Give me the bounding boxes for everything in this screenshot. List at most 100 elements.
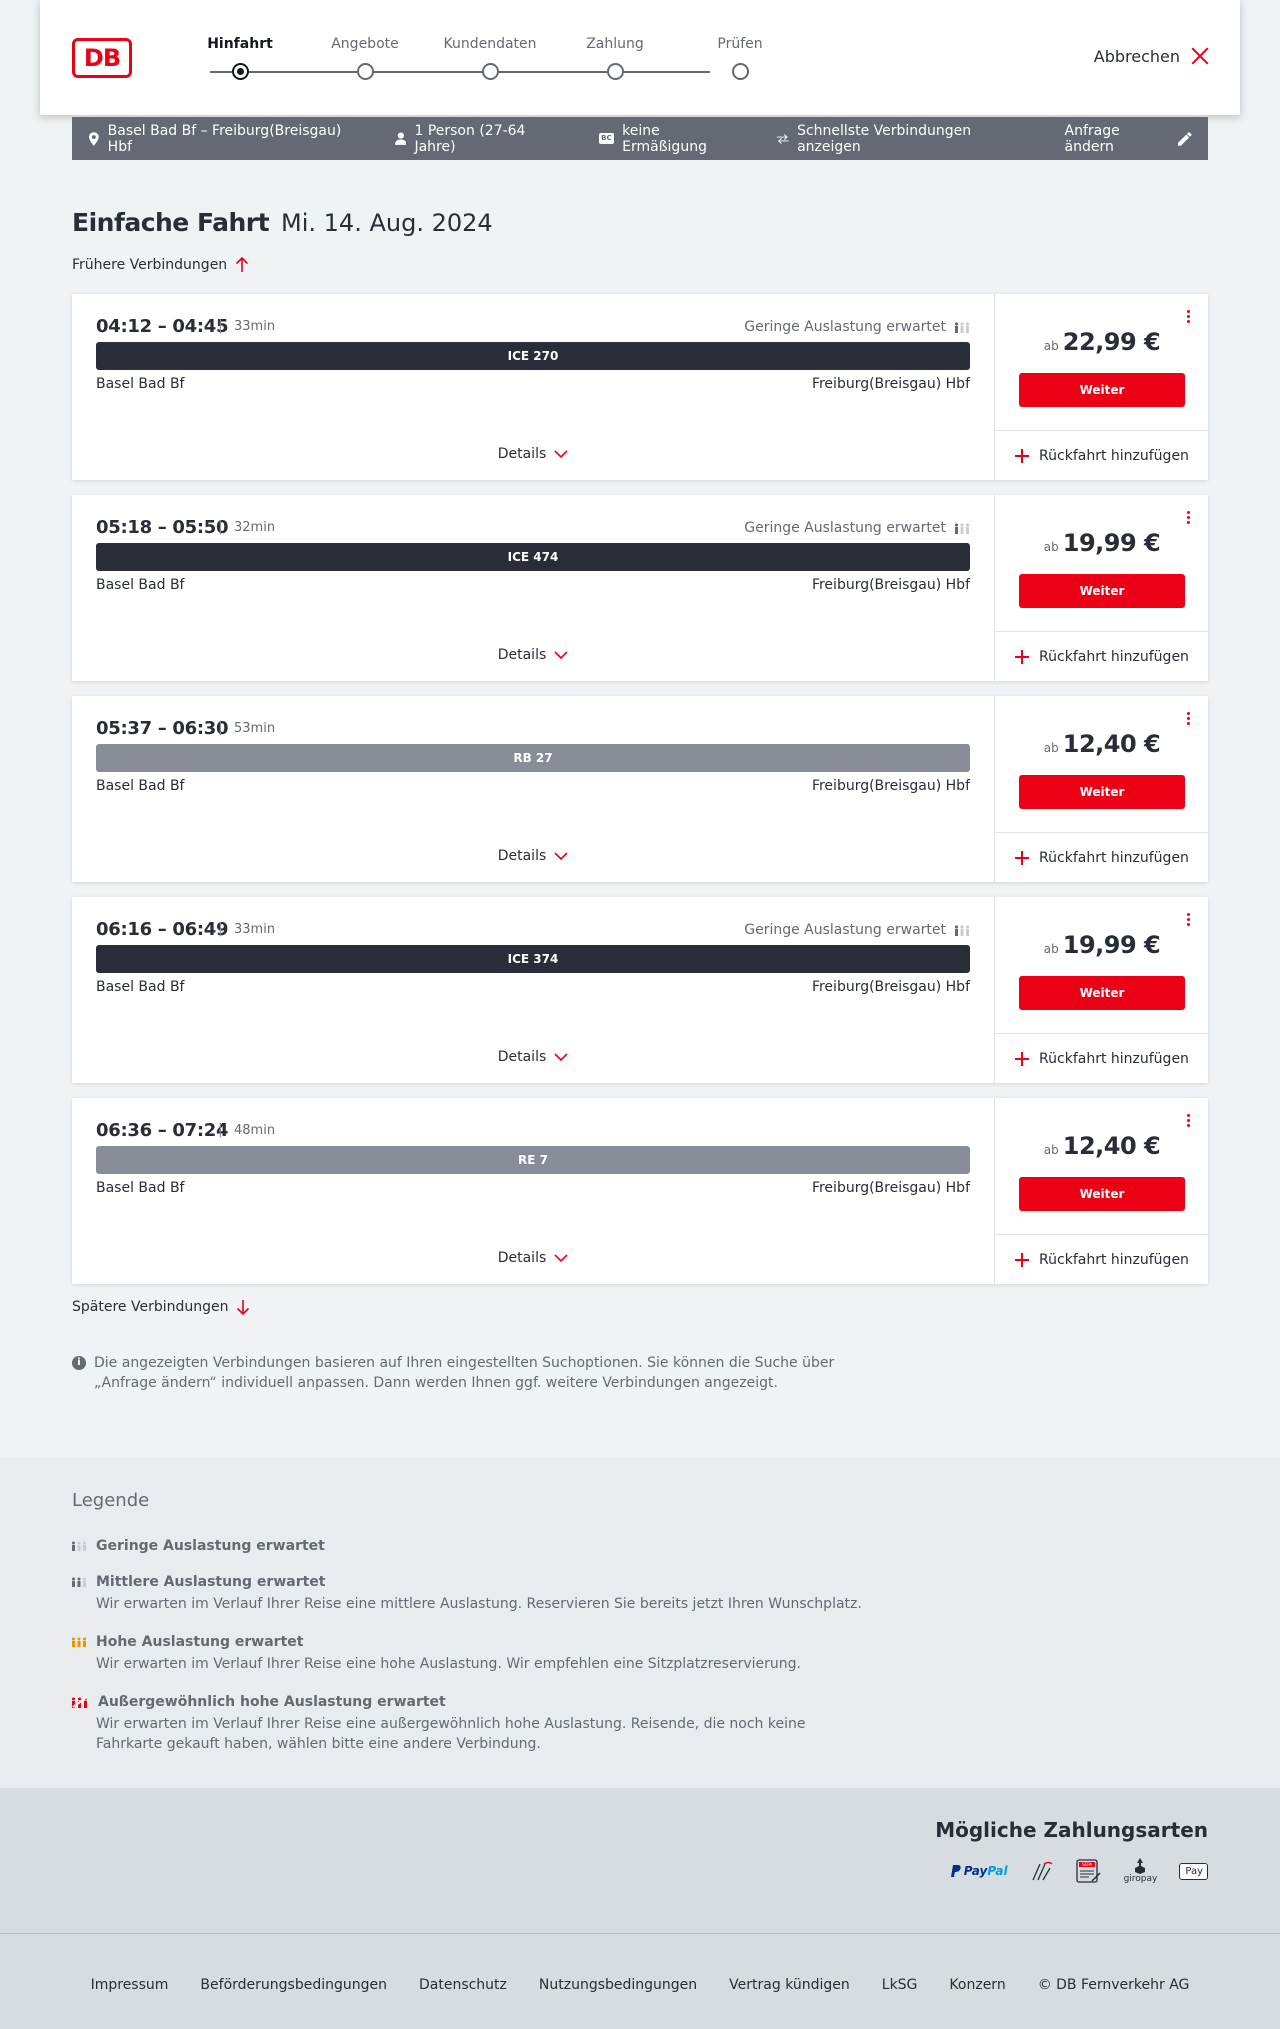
add-return-trip-button[interactable]: Rückfahrt hinzufügen (995, 430, 1209, 480)
plus-icon (1015, 850, 1030, 865)
more-options-icon[interactable] (1184, 310, 1192, 328)
chevron-down-icon (554, 1052, 568, 1061)
footer-link-lksg[interactable]: LkSG (882, 1977, 918, 1993)
train-bar: ICE 270 (96, 342, 970, 370)
plus-icon (1015, 1051, 1030, 1066)
price-value: 12,40 € (1062, 730, 1161, 758)
add-return-trip-button[interactable]: Rückfahrt hinzufügen (995, 1033, 1209, 1083)
footer: Impressum Beförderungsbedingungen Datens… (0, 1933, 1280, 2029)
price: ab 22,99 € (995, 328, 1209, 356)
details-toggle[interactable]: Details (72, 446, 994, 462)
departure-arrival-times: 05:37 – 06:30 (96, 718, 229, 739)
footer-link-impressum[interactable]: Impressum (91, 1977, 169, 1993)
add-return-trip-label: Rückfahrt hinzufügen (1039, 849, 1189, 866)
details-label: Details (497, 1250, 547, 1266)
footer-link-vertrag-kuendigen[interactable]: Vertrag kündigen (729, 1977, 850, 1993)
legend-item-medium: Mittlere Auslastung erwartet Wir erwarte… (72, 1574, 872, 1614)
price-value: 22,99 € (1062, 328, 1161, 356)
legend-item-text: Wir erwarten im Verlauf Ihrer Reise eine… (96, 1716, 806, 1752)
details-label: Details (497, 647, 547, 663)
occupancy-info: Geringe Auslastung erwartet (744, 922, 970, 938)
travel-duration: 33min (234, 922, 276, 937)
continue-button[interactable]: Weiter (1019, 373, 1185, 407)
db-logo[interactable]: DB (72, 38, 132, 78)
details-label: Details (497, 848, 547, 864)
card-payment-icon (1030, 1860, 1054, 1882)
footer-link-befoerderungsbedingungen[interactable]: Beförderungsbedingungen (200, 1977, 387, 1993)
more-options-icon[interactable] (1184, 1114, 1192, 1132)
more-options-icon[interactable] (1184, 712, 1192, 730)
later-connections-link[interactable]: Spätere Verbindungen (72, 1299, 250, 1315)
price-prefix: ab (1043, 540, 1059, 554)
connection-card: 06:36 – 07:24 | 48min RE 7 Basel Bad Bf Freib… (72, 1098, 1209, 1284)
continue-button[interactable]: Weiter (1019, 976, 1185, 1010)
cancel-button[interactable]: Abbrechen (1094, 46, 1210, 66)
more-options-icon[interactable] (1184, 913, 1192, 931)
arrow-up-icon (236, 257, 249, 272)
discount-text: keine Ermäßigung (622, 122, 707, 155)
step-kundendaten: Kundendaten (430, 34, 550, 80)
price-prefix: ab (1043, 339, 1059, 353)
load-medium-icon (72, 1577, 86, 1587)
legend-section: Legende Geringe Auslastung erwartet Mitt… (0, 1458, 1280, 1788)
later-connections-label: Spätere Verbindungen (72, 1299, 229, 1315)
continue-button[interactable]: Weiter (1019, 775, 1185, 809)
route-summary: Basel Bad Bf – Freiburg(Breisgau) Hbf (88, 123, 363, 155)
details-label: Details (497, 446, 547, 462)
trip-type-title: Einfache Fahrt (72, 208, 270, 237)
add-return-trip-button[interactable]: Rückfahrt hinzufügen (995, 832, 1209, 882)
step-dot (232, 63, 249, 80)
continue-button[interactable]: Weiter (1019, 1177, 1185, 1211)
edit-request-button[interactable]: Anfrage ändern (1065, 123, 1192, 155)
time-separator: | (218, 1122, 223, 1138)
destination-station: Freiburg(Breisgau) Hbf (811, 577, 970, 593)
occupancy-info: Geringe Auslastung erwartet (744, 520, 970, 536)
origin-station: Basel Bad Bf (96, 1180, 185, 1196)
chevron-down-icon (554, 449, 568, 458)
plus-icon (1015, 1252, 1030, 1267)
footer-link-konzern[interactable]: Konzern (949, 1977, 1005, 1993)
copyright: © DB Fernverkehr AG (1037, 1977, 1190, 1993)
destination-station: Freiburg(Breisgau) Hbf (811, 1180, 970, 1196)
destination-station: Freiburg(Breisgau) Hbf (811, 979, 970, 995)
swap-arrows-icon (777, 133, 790, 144)
earlier-connections-label: Frühere Verbindungen (72, 257, 228, 273)
add-return-trip-label: Rückfahrt hinzufügen (1039, 447, 1189, 464)
arrow-down-icon (237, 1300, 250, 1315)
details-toggle[interactable]: Details (72, 1049, 994, 1065)
step-dot (732, 63, 749, 80)
details-toggle[interactable]: Details (72, 647, 994, 663)
footer-link-datenschutz[interactable]: Datenschutz (419, 1977, 507, 1993)
search-option-summary: Schnellste Verbindungen anzeigen (777, 123, 1032, 155)
train-bar: ICE 474 (96, 543, 970, 571)
add-return-trip-button[interactable]: Rückfahrt hinzufügen (995, 631, 1209, 681)
continue-button[interactable]: Weiter (1019, 574, 1185, 608)
add-return-trip-button[interactable]: Rückfahrt hinzufügen (995, 1234, 1209, 1284)
step-label: Angebote (331, 36, 399, 52)
legend-item-title: Hohe Auslastung erwartet (96, 1634, 304, 1650)
departure-arrival-times: 05:18 – 05:50 (96, 517, 229, 538)
earlier-connections-link[interactable]: Frühere Verbindungen (72, 257, 249, 273)
connection-card: 04:12 – 04:45 | 33min Geringe Auslastung er… (72, 294, 1209, 480)
destination-station: Freiburg(Breisgau) Hbf (811, 778, 970, 794)
train-bar: ICE 374 (96, 945, 970, 973)
more-options-icon[interactable] (1184, 511, 1192, 529)
price: ab 12,40 € (995, 1132, 1209, 1160)
footer-link-nutzungsbedingungen[interactable]: Nutzungsbedingungen (539, 1977, 697, 1993)
step-zahlung: Zahlung (555, 34, 675, 80)
chevron-down-icon (554, 1253, 568, 1262)
origin-station: Basel Bad Bf (96, 778, 185, 794)
train-bar: RB 27 (96, 744, 970, 772)
progress-line (210, 71, 710, 73)
connection-info: 05:37 – 06:30 | 53min RB 27 Basel Bad Bf Frei… (72, 696, 994, 882)
load-low-icon (72, 1541, 86, 1551)
info-icon: i (72, 1356, 86, 1370)
details-toggle[interactable]: Details (72, 848, 994, 864)
legend-item-extreme: Außergewöhnlich hohe Auslastung erwartet… (72, 1694, 872, 1754)
discount-summary: BC keine Ermäßigung (598, 122, 746, 155)
connection-offer: ab 12,40 € Weiter Rückfahrt hinzufügen (994, 1098, 1209, 1284)
train-bar: RE 7 (96, 1146, 970, 1174)
step-hinfahrt: Hinfahrt (180, 34, 300, 80)
details-toggle[interactable]: Details (72, 1250, 994, 1266)
person-icon (394, 132, 407, 145)
